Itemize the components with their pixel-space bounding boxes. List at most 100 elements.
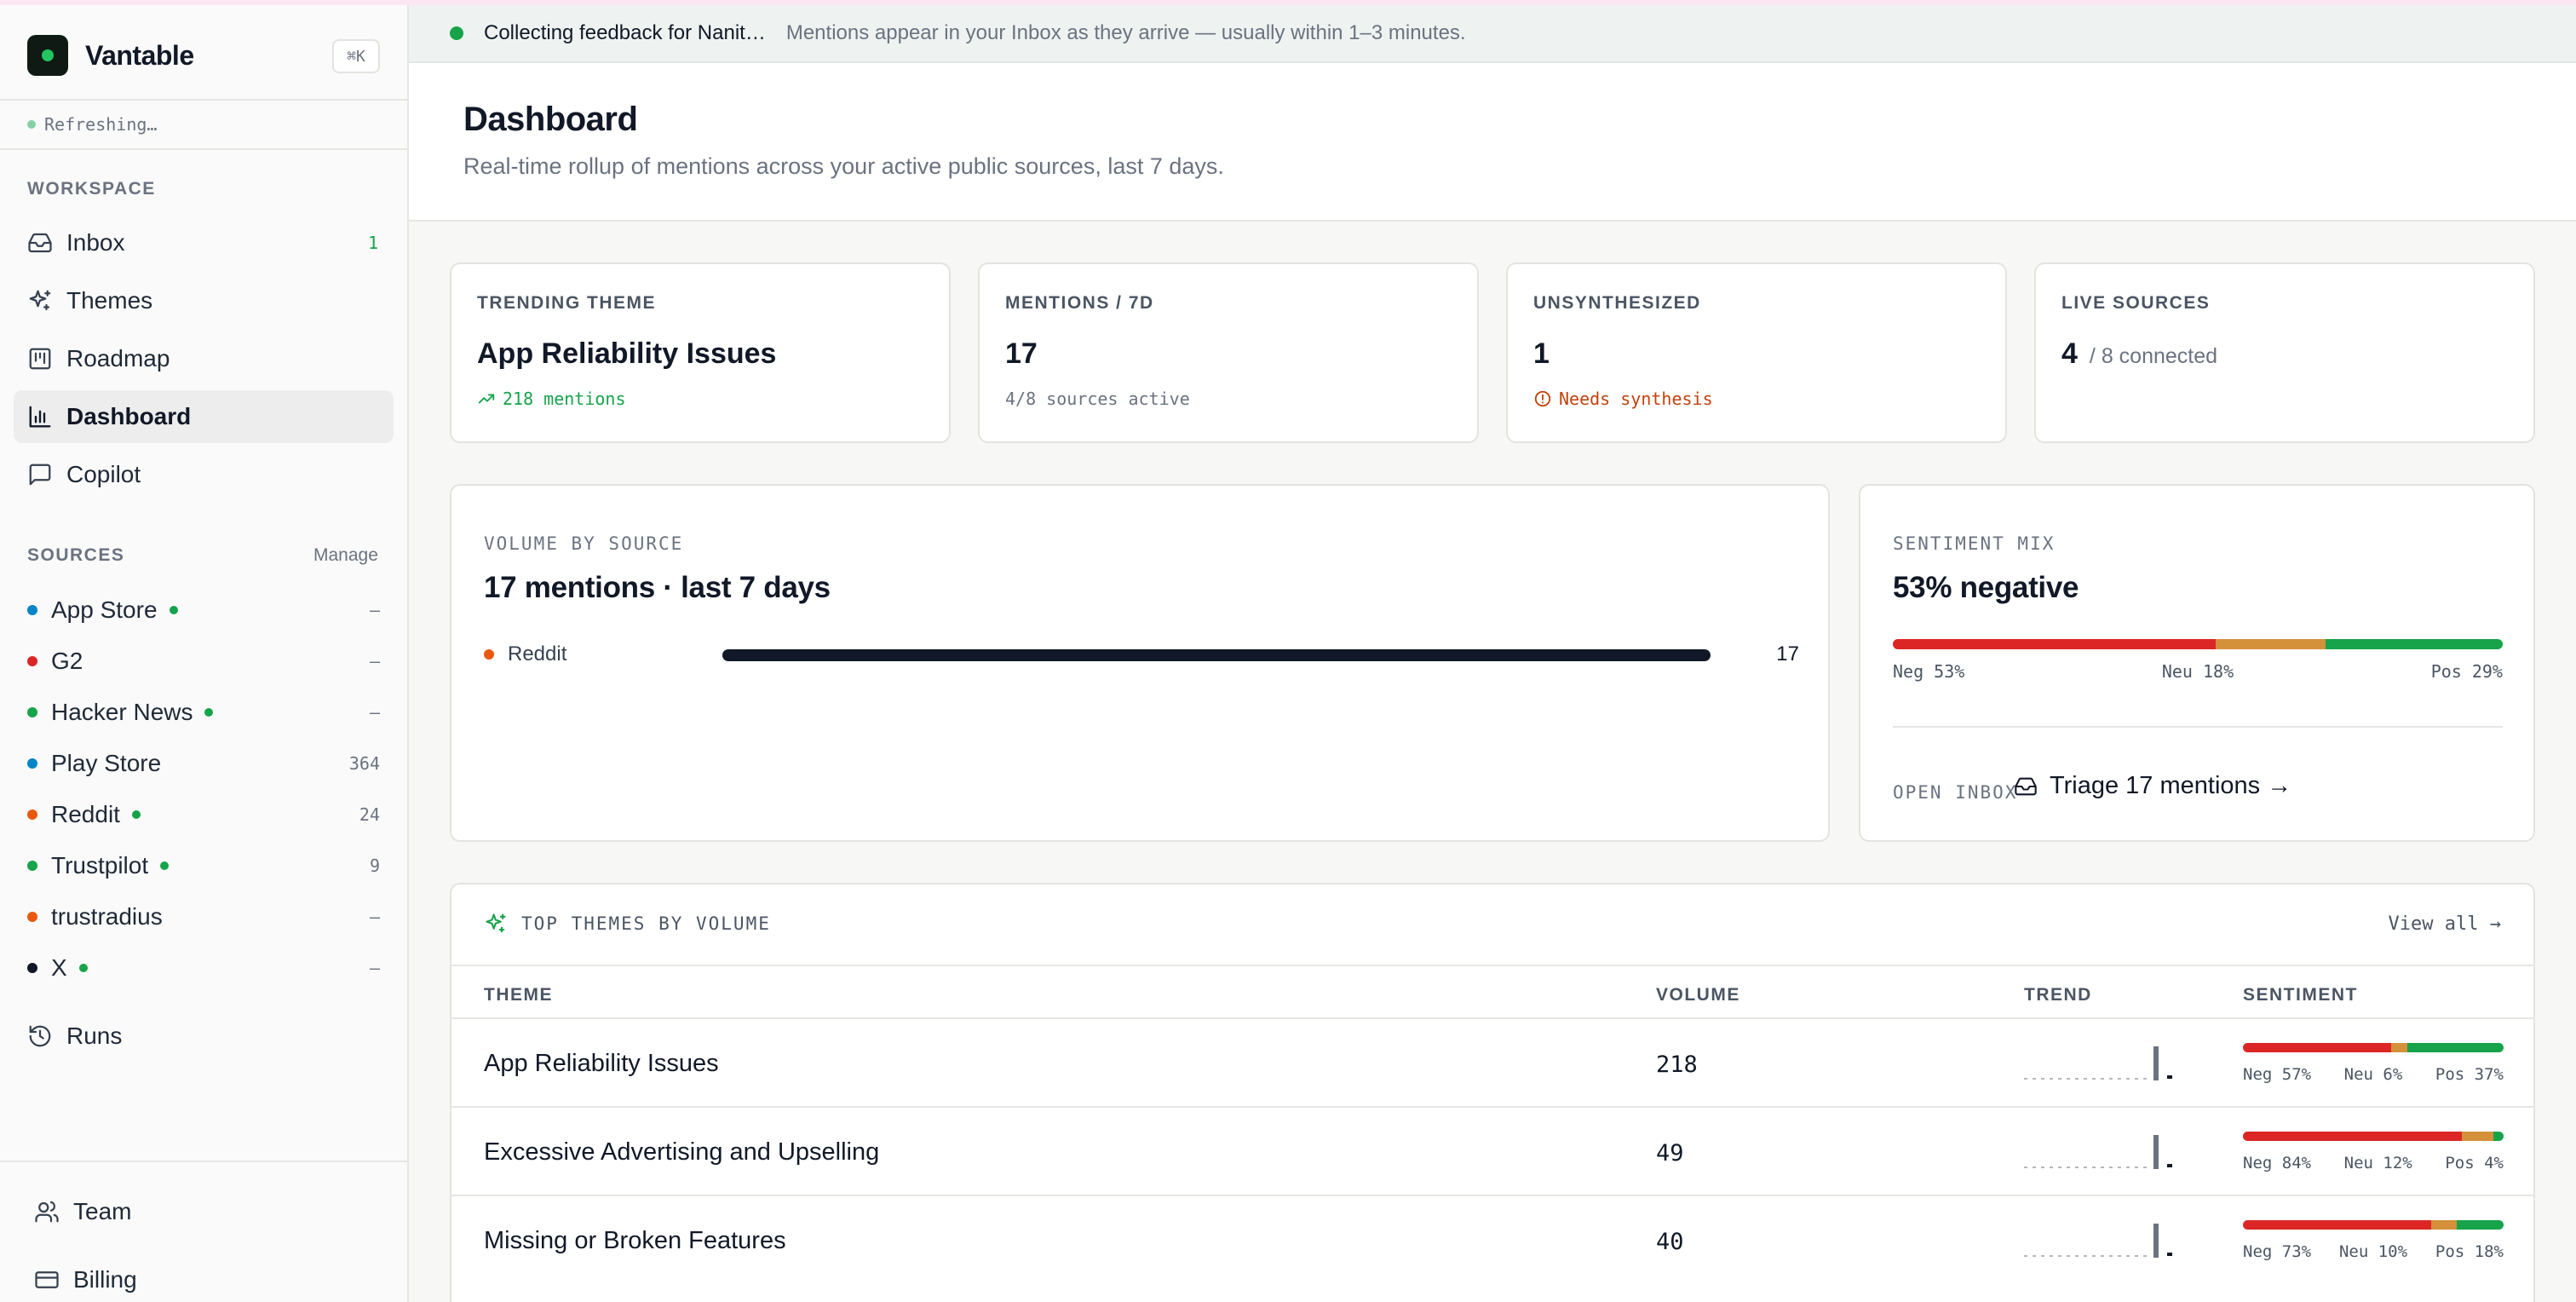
manage-sources-link[interactable]: Manage bbox=[313, 545, 378, 566]
sentiment-negative-segment bbox=[2243, 1220, 2432, 1230]
source-item[interactable]: trustradius – bbox=[27, 900, 380, 934]
negative-label: Neg 53% bbox=[1893, 661, 1965, 682]
source-color-dot-icon bbox=[484, 649, 494, 660]
source-name: G2 bbox=[51, 648, 83, 674]
theme-name: App Reliability Issues bbox=[484, 1050, 719, 1077]
sentiment-positive-segment bbox=[2493, 1132, 2504, 1141]
sentiment-positive-segment bbox=[2406, 1043, 2504, 1052]
source-name: Reddit bbox=[51, 801, 120, 827]
sidebar-item-label: Runs bbox=[66, 1023, 123, 1049]
sparkles-icon bbox=[29, 290, 51, 311]
theme-name: Missing or Broken Features bbox=[484, 1227, 786, 1254]
table-row[interactable]: App Reliability Issues 218 Neg 57% Neu 6% Po… bbox=[451, 1017, 2533, 1106]
divider bbox=[0, 99, 407, 101]
source-count: – bbox=[369, 702, 380, 723]
source-item[interactable]: Play Store 364 bbox=[27, 746, 380, 781]
inbox-icon bbox=[28, 233, 52, 253]
alert-circle-icon bbox=[1534, 390, 1551, 407]
table-row[interactable]: Excessive Advertising and Upselling 49 Neg… bbox=[451, 1106, 2533, 1195]
source-item[interactable]: App Store – bbox=[27, 593, 380, 627]
theme-volume: 40 bbox=[1656, 1229, 1684, 1255]
sentiment-negative-segment bbox=[2243, 1043, 2392, 1052]
source-name: App Store bbox=[51, 596, 158, 623]
sparkles-icon bbox=[486, 913, 506, 933]
sidebar-item-label: Dashboard bbox=[66, 403, 192, 429]
sentiment-negative-segment bbox=[1893, 639, 2217, 649]
source-count: – bbox=[369, 958, 380, 978]
source-item[interactable]: G2 – bbox=[27, 644, 380, 678]
theme-sentiment-labels: Neg 84% Neu 12% Pos 4% bbox=[2243, 1154, 2504, 1172]
sentiment-negative-segment bbox=[2243, 1132, 2463, 1141]
column-header-sentiment[interactable]: SENTIMENT bbox=[2243, 985, 2358, 1005]
brand[interactable]: Vantable bbox=[27, 34, 194, 77]
top-themes-card: TOP THEMES BY VOLUME View all → THEME VO… bbox=[450, 883, 2535, 1302]
source-color-dot-icon bbox=[27, 656, 37, 666]
column-header-volume[interactable]: VOLUME bbox=[1656, 985, 1740, 1005]
neutral-label: Neu 12% bbox=[2343, 1154, 2412, 1172]
source-count: – bbox=[369, 907, 380, 927]
banner-subtitle: Mentions appear in your Inbox as they ar… bbox=[785, 21, 1466, 44]
live-status-dot-icon bbox=[450, 26, 463, 40]
volume-row: Reddit 17 bbox=[484, 639, 1799, 670]
volume-source-name: Reddit bbox=[508, 642, 567, 665]
kpi-label: MENTIONS / 7D bbox=[1005, 293, 1154, 313]
sidebar-item-inbox[interactable]: Inbox 1 bbox=[14, 216, 394, 269]
sidebar-item-themes[interactable]: Themes bbox=[14, 274, 394, 327]
sidebar-item-label: Billing bbox=[73, 1266, 137, 1293]
column-header-trend[interactable]: TREND bbox=[2024, 985, 2092, 1005]
positive-label: Pos 4% bbox=[2445, 1154, 2504, 1172]
column-header-theme[interactable]: THEME bbox=[484, 985, 553, 1005]
source-name: Trustpilot bbox=[51, 852, 149, 879]
mentions-card[interactable]: MENTIONS / 7D 17 4/8 sources active bbox=[978, 262, 1479, 443]
table-row[interactable]: Missing or Broken Features 40 Neg 73% Neu 1… bbox=[451, 1195, 2533, 1283]
sidebar-item-dashboard[interactable]: Dashboard bbox=[14, 390, 394, 443]
view-all-link[interactable]: View all → bbox=[2389, 913, 2501, 935]
kpi-suffix: / 8 connected bbox=[2089, 344, 2218, 368]
sidebar-item-roadmap[interactable]: Roadmap bbox=[14, 332, 394, 385]
feedback-banner: Collecting feedback for Nanit… Mentions … bbox=[409, 5, 2576, 63]
refresh-status: Refreshing… bbox=[27, 114, 157, 135]
refresh-status-text: Refreshing… bbox=[44, 114, 158, 135]
trending-theme-card[interactable]: TRENDING THEME App Reliability Issues 21… bbox=[450, 262, 951, 443]
trend-sparkline bbox=[2024, 1224, 2172, 1258]
source-item[interactable]: X – bbox=[27, 951, 380, 985]
source-color-dot-icon bbox=[27, 912, 37, 922]
card-label: VOLUME BY SOURCE bbox=[484, 533, 684, 554]
sentiment-positive-segment bbox=[2457, 1220, 2504, 1230]
page-title: Dashboard bbox=[463, 101, 638, 138]
source-item[interactable]: Hacker News – bbox=[27, 695, 380, 729]
volume-value: 17 bbox=[1776, 642, 1799, 665]
source-item[interactable]: Reddit 24 bbox=[27, 798, 380, 832]
trending-up-icon bbox=[478, 394, 495, 404]
unsynthesized-card[interactable]: UNSYNTHESIZED 1 Needs synthesis bbox=[1506, 262, 2007, 443]
triage-link[interactable]: Triage 17 mentions → bbox=[2014, 772, 2291, 800]
volume-bar-fill bbox=[722, 649, 1711, 661]
sidebar-item-team[interactable]: Team bbox=[20, 1185, 400, 1238]
card-title: 53% negative bbox=[1893, 571, 2079, 604]
negative-label: Neg 57% bbox=[2243, 1065, 2312, 1084]
sidebar-item-billing[interactable]: Billing bbox=[20, 1253, 400, 1302]
divider bbox=[1893, 726, 2503, 728]
bar-chart-icon bbox=[29, 406, 51, 428]
kpi-sub-text: 218 mentions bbox=[503, 389, 626, 409]
sidebar-item-copilot[interactable]: Copilot bbox=[14, 448, 394, 501]
neutral-label: Neu 6% bbox=[2343, 1065, 2403, 1084]
sidebar-item-label: Team bbox=[73, 1198, 132, 1224]
kpi-label: TRENDING THEME bbox=[477, 293, 656, 313]
credit-card-icon bbox=[35, 1271, 59, 1288]
volume-by-source-card: VOLUME BY SOURCE 17 mentions · last 7 da… bbox=[450, 484, 1830, 842]
kpi-sub: 218 mentions bbox=[477, 389, 626, 409]
sidebar-item-label: Inbox bbox=[66, 229, 125, 256]
source-item[interactable]: Trustpilot 9 bbox=[27, 849, 380, 883]
divider bbox=[0, 148, 407, 150]
sidebar-item-runs[interactable]: Runs bbox=[14, 1010, 394, 1063]
source-name: X bbox=[51, 954, 67, 981]
divider bbox=[451, 965, 2533, 966]
source-name: Hacker News bbox=[51, 699, 193, 725]
sentiment-bar bbox=[1893, 639, 2503, 649]
kpi-value: 4 bbox=[2061, 337, 2078, 370]
card-title: 17 mentions · last 7 days bbox=[484, 571, 831, 604]
live-sources-card[interactable]: LIVE SOURCES 4 / 8 connected bbox=[2034, 262, 2535, 443]
command-shortcut-button[interactable]: ⌘K bbox=[332, 39, 380, 73]
live-indicator-icon bbox=[160, 861, 170, 870]
